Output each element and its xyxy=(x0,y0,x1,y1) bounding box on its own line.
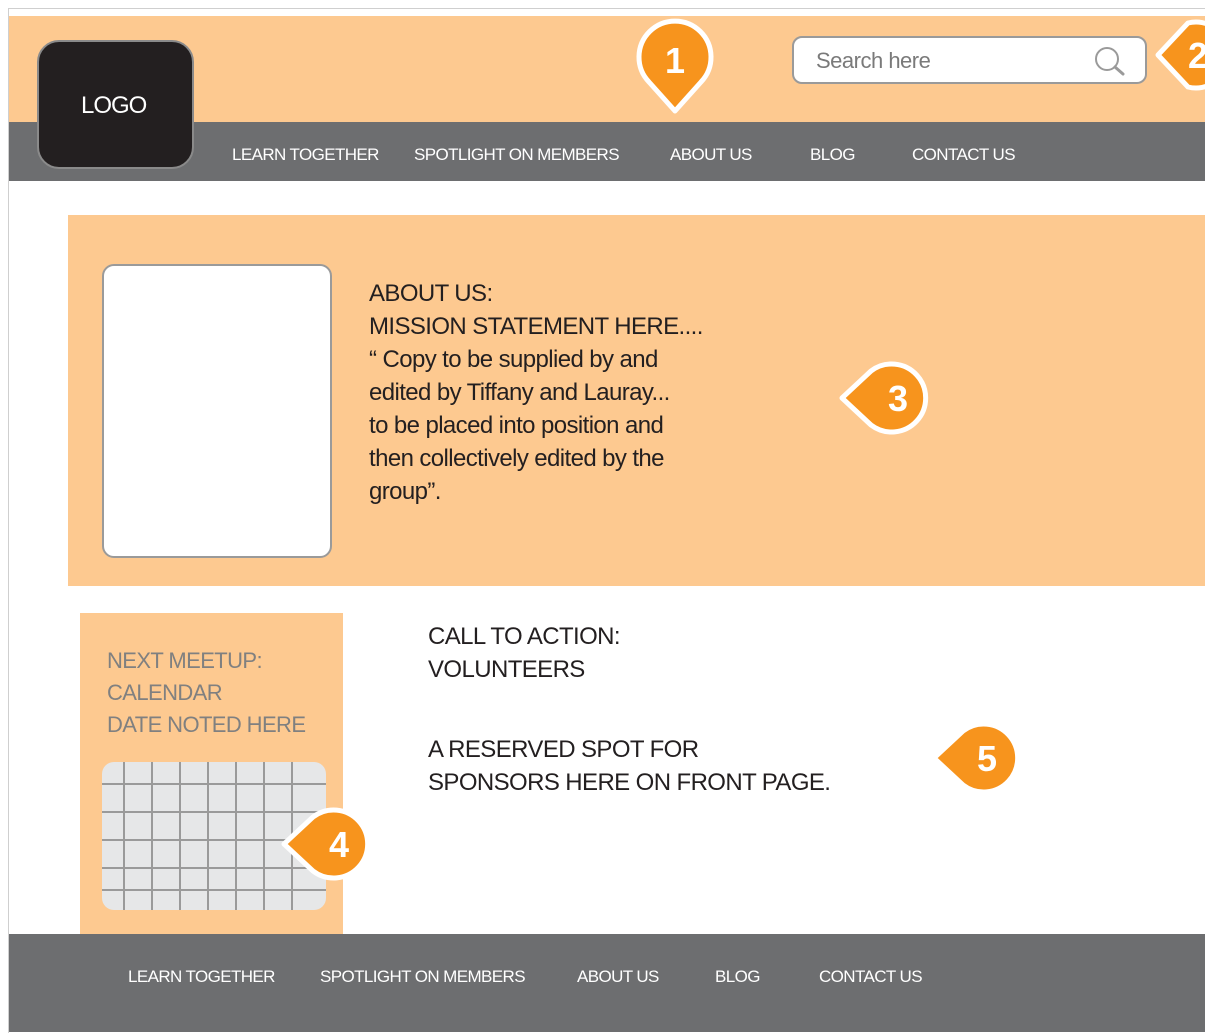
nav-item-blog[interactable]: BLOG xyxy=(810,145,855,165)
sponsor-line: SPONSORS HERE ON FRONT PAGE. xyxy=(428,769,831,796)
nav-item-contact-us[interactable]: CONTACT US xyxy=(912,145,1016,165)
marker-4-label: 4 xyxy=(328,824,350,865)
meetup-line: CALENDAR xyxy=(107,680,223,705)
marker-2-label: 2 xyxy=(1187,35,1205,76)
about-line: then collectively edited by the xyxy=(369,445,665,472)
search-input[interactable] xyxy=(814,47,1088,75)
marker-1: 1 xyxy=(634,14,716,114)
meetup-text: NEXT MEETUP: CALENDAR DATE NOTED HERE xyxy=(107,645,306,741)
nav-item-learn-together[interactable]: LEARN TOGETHER xyxy=(232,145,379,165)
footer-item-learn-together[interactable]: LEARN TOGETHER xyxy=(128,967,275,987)
about-line: edited by Tiffany and Lauray... xyxy=(369,379,670,406)
search-icon[interactable] xyxy=(1093,46,1129,76)
cta-heading: CALL TO ACTION: xyxy=(428,623,621,650)
cta-line: VOLUNTEERS xyxy=(428,656,585,683)
footer-item-spotlight-on-members[interactable]: SPOTLIGHT ON MEMBERS xyxy=(320,967,526,987)
logo-label: LOGO xyxy=(81,92,147,119)
photo-placeholder xyxy=(102,264,332,558)
meetup-line: DATE NOTED HERE xyxy=(107,712,306,737)
about-heading: ABOUT US: xyxy=(369,280,493,307)
marker-5: 5 xyxy=(930,721,1030,802)
marker-4: 4 xyxy=(280,807,380,888)
about-line: MISSION STATEMENT HERE.... xyxy=(369,313,703,340)
marker-5-label: 5 xyxy=(976,738,998,779)
footer-item-blog[interactable]: BLOG xyxy=(715,967,760,987)
sponsor-text: A RESERVED SPOT FOR SPONSORS HERE ON FRO… xyxy=(428,733,831,799)
about-line: “ Copy to be supplied by and xyxy=(369,346,658,373)
about-line: group”. xyxy=(369,478,441,505)
about-line: to be placed into position and xyxy=(369,412,664,439)
marker-1-label: 1 xyxy=(664,40,686,81)
footer-item-about-us[interactable]: ABOUT US xyxy=(577,967,659,987)
marker-3-label: 3 xyxy=(887,378,909,419)
logo[interactable]: LOGO xyxy=(37,40,194,169)
footer-item-contact-us[interactable]: CONTACT US xyxy=(819,967,923,987)
about-text: ABOUT US: MISSION STATEMENT HERE.... “ C… xyxy=(369,277,769,508)
nav-item-about-us[interactable]: ABOUT US xyxy=(670,145,752,165)
nav-item-spotlight-on-members[interactable]: SPOTLIGHT ON MEMBERS xyxy=(414,145,620,165)
call-to-action-text: CALL TO ACTION: VOLUNTEERS xyxy=(428,620,621,686)
sponsor-line: A RESERVED SPOT FOR xyxy=(428,736,699,763)
marker-2: 2 xyxy=(1155,15,1205,93)
meetup-heading: NEXT MEETUP: xyxy=(107,648,263,673)
marker-3: 3 xyxy=(838,358,938,438)
